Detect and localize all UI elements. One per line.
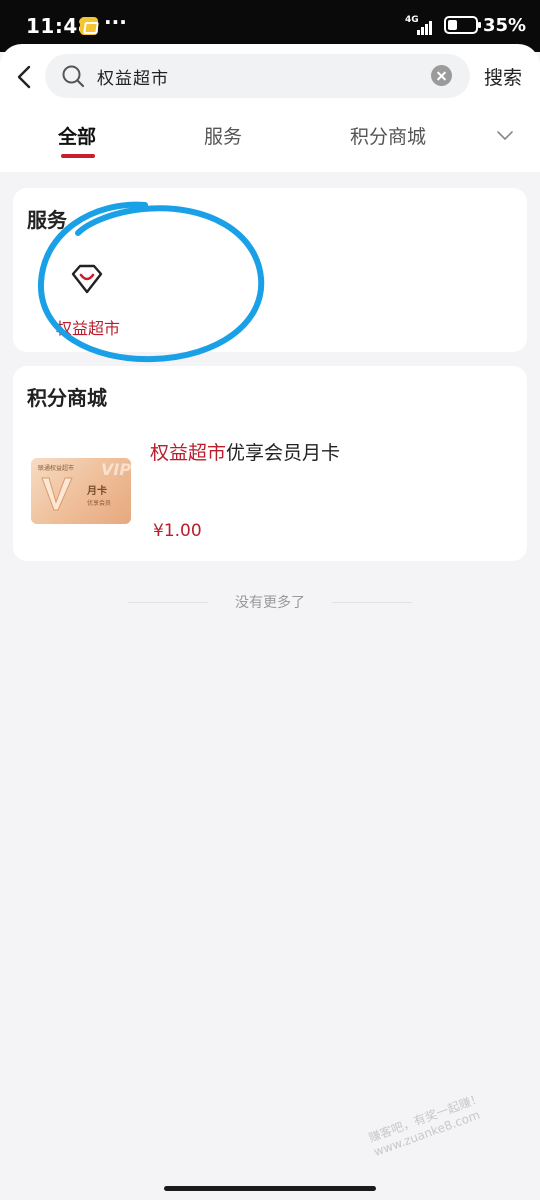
status-more-dots: ··· bbox=[104, 10, 127, 34]
product-title-highlight: 权益超市 bbox=[150, 442, 227, 464]
services-section-title: 服务 bbox=[27, 208, 67, 232]
product-thumbnail: VIP 联通权益超市 月卡 优享会员 bbox=[31, 458, 131, 524]
no-more-text: 没有更多了 bbox=[235, 595, 305, 611]
product-price: ¥1.00 bbox=[153, 521, 202, 541]
product-title: 权益超市优享会员月卡 bbox=[150, 438, 340, 465]
thumb-brand-text: 联通权益超市 bbox=[38, 465, 75, 472]
battery-icon bbox=[444, 16, 481, 34]
tab-all[interactable]: 全部 bbox=[58, 122, 96, 149]
service-item-rights-market[interactable]: 权益超市 bbox=[49, 258, 127, 338]
battery-percent: 35% bbox=[483, 15, 527, 36]
no-more-divider: 没有更多了 bbox=[0, 592, 540, 614]
vip-v-logo-icon bbox=[41, 477, 73, 511]
chevron-down-icon[interactable] bbox=[495, 126, 515, 144]
points-mall-section-title: 积分商城 bbox=[27, 386, 107, 410]
service-item-label: 权益超市 bbox=[55, 319, 120, 338]
site-watermark: 赚客吧，有奖一起赚！ www.zuanke8.com bbox=[366, 1090, 485, 1160]
clear-search-icon[interactable] bbox=[431, 65, 452, 86]
search-query-text: 权益超市 bbox=[97, 69, 169, 89]
cellular-signal-icon: 4G bbox=[405, 15, 435, 35]
search-button[interactable]: 搜索 bbox=[484, 63, 522, 90]
product-item[interactable]: VIP 联通权益超市 月卡 优享会员 权益超市优享会员月卡 ¥1.00 bbox=[13, 424, 527, 544]
search-header: 权益超市 搜索 全部 服务 积分商城 bbox=[0, 44, 540, 172]
active-tab-indicator bbox=[61, 154, 95, 158]
network-type-label: 4G bbox=[405, 15, 419, 25]
services-card: 服务 权益超市 bbox=[13, 188, 527, 363]
points-mall-card: 积分商城 VIP 联通权益超市 月卡 优享会员 权益超市优享会员月卡 ¥1.00 bbox=[13, 366, 527, 561]
divider-line-right bbox=[332, 602, 412, 603]
back-arrow-icon[interactable] bbox=[12, 64, 38, 90]
tab-points-mall[interactable]: 积分商城 bbox=[350, 122, 426, 149]
notification-app-icon bbox=[80, 17, 98, 35]
search-icon bbox=[62, 65, 85, 88]
tab-services[interactable]: 服务 bbox=[204, 122, 242, 149]
home-indicator[interactable] bbox=[164, 1186, 376, 1191]
product-title-rest: 优享会员月卡 bbox=[226, 442, 341, 464]
shopping-bag-icon bbox=[71, 264, 103, 294]
thumb-member-text: 优享会员 bbox=[87, 500, 112, 507]
search-input[interactable]: 权益超市 bbox=[45, 54, 470, 98]
thumb-vip-watermark: VIP bbox=[101, 460, 131, 479]
thumb-month-card-text: 月卡 bbox=[87, 486, 107, 497]
